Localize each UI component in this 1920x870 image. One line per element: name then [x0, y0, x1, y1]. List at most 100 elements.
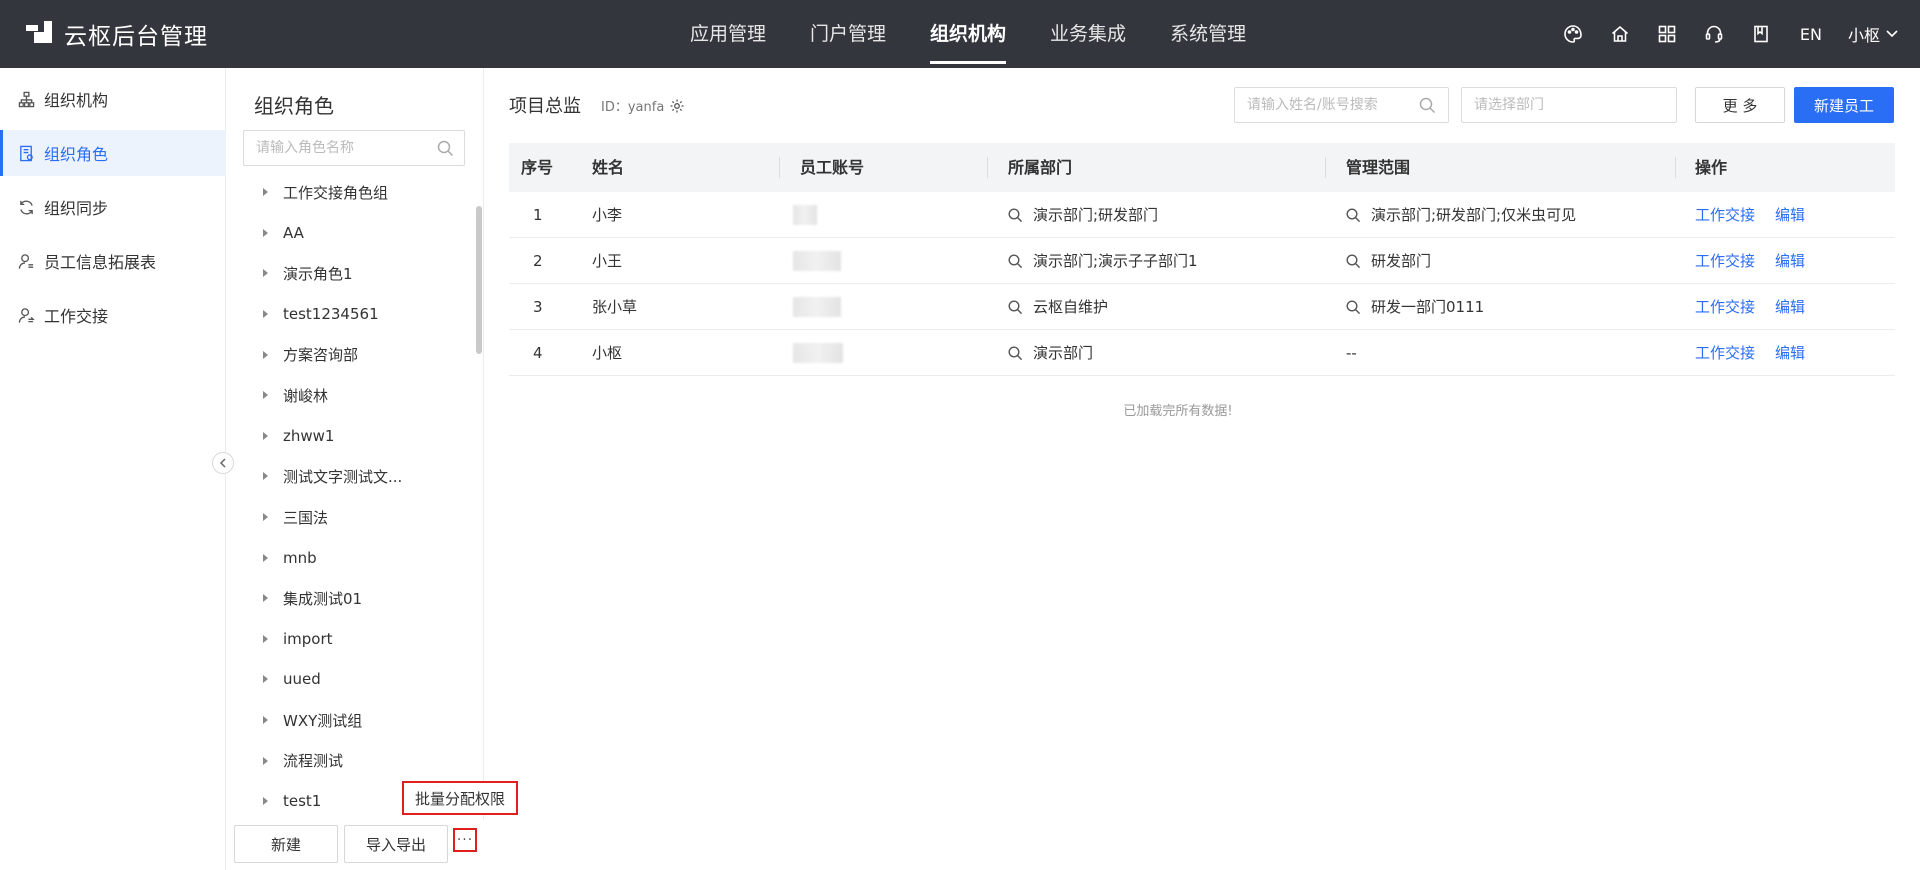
handover-icon — [18, 307, 35, 323]
book-icon[interactable] — [1750, 23, 1772, 45]
caret-right-icon[interactable] — [263, 310, 268, 319]
batch-assign-permissions-item[interactable]: 批量分配权限 — [402, 781, 518, 815]
nav-portal-management[interactable]: 门户管理 — [810, 0, 886, 68]
role-item[interactable]: 谢峻林 — [227, 375, 479, 416]
caret-right-icon[interactable] — [263, 675, 268, 684]
table-row: 3 张小草 云枢自维护 研发一部门0111 工作交接 编辑 — [509, 284, 1895, 330]
caret-right-icon[interactable] — [263, 472, 268, 481]
handover-link[interactable]: 工作交接 — [1695, 192, 1755, 238]
new-employee-button[interactable]: 新建员工 — [1794, 87, 1894, 123]
caret-right-icon[interactable] — [263, 391, 268, 400]
table-header: 序号 姓名 员工账号 所属部门 管理范围 操作 — [509, 143, 1895, 192]
row-scope: 演示部门;研发部门;仅米虫可见 — [1346, 192, 1576, 238]
handover-link[interactable]: 工作交接 — [1695, 238, 1755, 284]
caret-right-icon[interactable] — [263, 553, 268, 562]
caret-right-icon[interactable] — [263, 350, 268, 359]
nav-app-management[interactable]: 应用管理 — [690, 0, 766, 68]
role-item[interactable]: 工作交接角色组 — [227, 172, 479, 213]
new-role-button[interactable]: 新建 — [234, 825, 338, 863]
table-row: 2 小王 演示部门;演示子子部门1 研发部门 工作交接 编辑 — [509, 238, 1895, 284]
role-item[interactable]: 演示角色1 — [227, 253, 479, 294]
role-item[interactable]: 集成测试01 — [227, 578, 479, 619]
row-account-blurred — [793, 192, 817, 238]
caret-right-icon[interactable] — [263, 716, 268, 725]
role-panel-title: 组织角色 — [254, 94, 334, 118]
home-icon[interactable] — [1609, 23, 1631, 45]
edit-link[interactable]: 编辑 — [1775, 284, 1805, 330]
handover-link[interactable]: 工作交接 — [1695, 330, 1755, 376]
caret-right-icon[interactable] — [263, 634, 268, 643]
col-account: 员工账号 — [800, 158, 865, 177]
headset-icon[interactable] — [1703, 23, 1725, 45]
app-logo[interactable]: 云枢后台管理 — [26, 18, 208, 50]
user-menu[interactable]: 小枢 — [1848, 22, 1898, 46]
caret-right-icon[interactable] — [263, 431, 268, 440]
more-button[interactable]: 更 多 — [1695, 87, 1785, 123]
caret-right-icon[interactable] — [263, 228, 268, 237]
nav-organization[interactable]: 组织机构 — [930, 0, 1007, 68]
edit-link[interactable]: 编辑 — [1775, 192, 1805, 238]
sidebar-item-handover[interactable]: 工作交接 — [0, 292, 226, 338]
palette-icon[interactable] — [1562, 23, 1584, 45]
department-select[interactable] — [1461, 87, 1677, 123]
app-title: 云枢后台管理 — [64, 24, 208, 50]
search-icon — [1346, 207, 1361, 222]
search-icon[interactable] — [437, 140, 454, 157]
employee-search-input[interactable] — [1235, 88, 1448, 122]
caret-right-icon[interactable] — [263, 797, 268, 806]
nav-business-integration[interactable]: 业务集成 — [1050, 0, 1126, 68]
role-item[interactable]: 方案咨询部 — [227, 334, 479, 375]
role-item[interactable]: mnb — [227, 537, 479, 578]
edit-link[interactable]: 编辑 — [1775, 330, 1805, 376]
collapse-sidebar-button[interactable] — [212, 452, 234, 474]
search-icon — [1008, 345, 1023, 360]
row-department: 演示部门 — [1008, 330, 1093, 376]
table-row: 1 小李 演示部门;研发部门 演示部门;研发部门;仅米虫可见 工作交接 编辑 — [509, 192, 1895, 238]
row-scope: 研发部门 — [1346, 238, 1431, 284]
sidebar-item-org-sync[interactable]: 组织同步 — [0, 184, 226, 230]
role-search-input[interactable] — [244, 131, 424, 165]
sidebar-item-label: 组织角色 — [44, 145, 109, 164]
role-doc-icon — [20, 145, 33, 161]
import-export-button[interactable]: 导入导出 — [344, 825, 448, 863]
sidebar-item-org-roles[interactable]: 组织角色 — [0, 130, 226, 176]
role-item[interactable]: 测试文字测试文... — [227, 456, 479, 497]
sidebar-item-organization[interactable]: 组织机构 — [0, 76, 226, 122]
caret-right-icon[interactable] — [263, 756, 268, 765]
caret-right-icon[interactable] — [263, 513, 268, 522]
role-item[interactable]: uued — [227, 659, 479, 700]
sidebar-item-employee-info[interactable]: 员工信息拓展表 — [0, 238, 226, 284]
row-scope-text: -- — [1346, 344, 1357, 362]
role-list-scrollbar[interactable] — [476, 206, 482, 354]
role-item[interactable]: 流程测试 — [227, 740, 479, 781]
nav-system-management[interactable]: 系统管理 — [1170, 0, 1246, 68]
row-account-blurred — [793, 284, 841, 330]
gear-icon[interactable] — [669, 98, 685, 114]
search-icon[interactable] — [1419, 97, 1436, 114]
role-item[interactable]: WXY测试组 — [227, 700, 479, 741]
role-item[interactable]: AA — [227, 213, 479, 254]
row-scope-text: 演示部门;研发部门;仅米虫可见 — [1371, 206, 1577, 224]
apps-grid-icon[interactable] — [1656, 23, 1678, 45]
edit-link[interactable]: 编辑 — [1775, 238, 1805, 284]
handover-link[interactable]: 工作交接 — [1695, 284, 1755, 330]
row-scope: 研发一部门0111 — [1346, 284, 1484, 330]
user-name: 小枢 — [1847, 26, 1880, 45]
row-account-blurred — [793, 330, 843, 376]
caret-right-icon[interactable] — [263, 188, 268, 197]
role-item[interactable]: zhww1 — [227, 416, 479, 457]
row-department-text: 演示部门;研发部门 — [1033, 206, 1159, 224]
row-department: 云枢自维护 — [1008, 284, 1108, 330]
role-search-box — [243, 130, 465, 166]
role-item-label: AA — [283, 223, 304, 242]
role-item[interactable]: import — [227, 619, 479, 660]
more-actions-button[interactable]: ··· — [453, 828, 477, 852]
role-item[interactable]: 三国法 — [227, 497, 479, 538]
department-select-input[interactable] — [1462, 88, 1676, 122]
caret-right-icon[interactable] — [263, 594, 268, 603]
caret-right-icon[interactable] — [263, 269, 268, 278]
row-scope-text: 研发一部门0111 — [1371, 298, 1485, 316]
role-title: 项目总监 — [509, 96, 581, 117]
language-switch[interactable]: EN — [1800, 25, 1822, 44]
role-item[interactable]: test1234561 — [227, 294, 479, 335]
